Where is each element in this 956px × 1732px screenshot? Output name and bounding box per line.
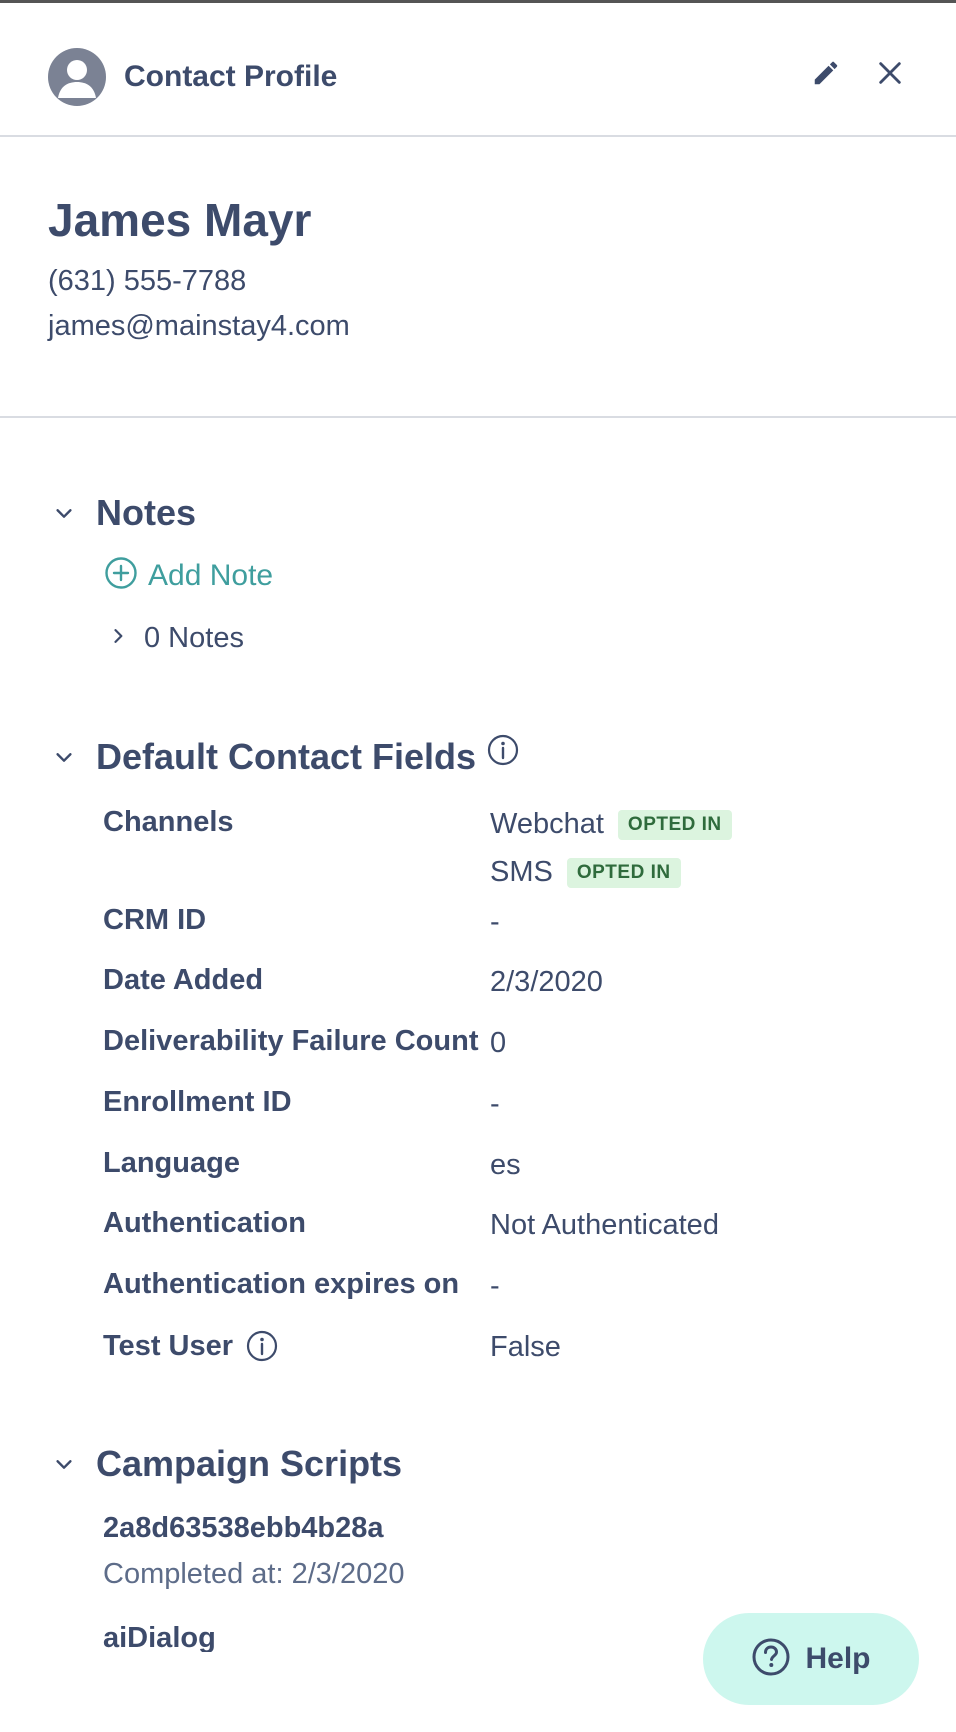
field-label-enrollment-id: Enrollment ID [103, 1086, 292, 1118]
field-value-crm-id: - [490, 906, 500, 938]
field-value-date-added: 2/3/2020 [490, 966, 603, 998]
default-fields-section-title: Default Contact Fields [96, 736, 477, 777]
close-button[interactable] [870, 55, 910, 95]
field-label-test-user-row: Test User [103, 1329, 279, 1363]
help-button[interactable]: Help [703, 1613, 919, 1705]
field-value-test-user: False [490, 1331, 561, 1363]
contact-identity: James Mayr (631) 555-7788 james@mainstay… [0, 137, 956, 418]
field-label-deliverability: Deliverability Failure Count [103, 1025, 479, 1057]
channel-name: SMS [490, 856, 553, 888]
chevron-down-icon [48, 741, 80, 773]
field-value-authentication: Not Authenticated [490, 1209, 719, 1241]
notes-section-title: Notes [96, 492, 197, 533]
add-note-label: Add Note [148, 558, 274, 592]
pencil-icon [811, 58, 841, 93]
field-value-language: es [490, 1149, 521, 1181]
chevron-down-icon [48, 497, 80, 529]
campaign-scripts-section-title: Campaign Scripts [96, 1443, 403, 1484]
close-icon [876, 59, 904, 92]
info-icon[interactable] [486, 733, 520, 767]
contact-name: James Mayr [48, 194, 312, 246]
field-label-test-user: Test User [103, 1329, 234, 1362]
campaign-script-id[interactable]: 2a8d63538ebb4b28a [103, 1512, 384, 1545]
default-fields-section-toggle[interactable]: Default Contact Fields [48, 733, 520, 778]
field-value-auth-expires: - [490, 1270, 500, 1302]
field-value-deliverability: 0 [490, 1027, 507, 1059]
campaign-script-completed: Completed at: 2/3/2020 [103, 1558, 405, 1590]
field-label-language: Language [103, 1147, 240, 1179]
field-label-crm-id: CRM ID [103, 904, 207, 936]
channel-sms: SMS OPTED IN [490, 856, 681, 889]
channel-webchat: Webchat OPTED IN [490, 808, 732, 841]
notes-count-label: 0 Notes [144, 622, 244, 654]
field-label-auth-expires: Authentication expires on [103, 1268, 460, 1300]
field-label-channels: Channels [103, 806, 234, 838]
status-badge: OPTED IN [617, 810, 732, 841]
chevron-down-icon [48, 1448, 80, 1480]
chevron-right-icon [108, 626, 128, 651]
campaign-script-id[interactable]: aiDialog [103, 1622, 216, 1652]
question-circle-icon [751, 1637, 791, 1682]
campaign-scripts-section-toggle[interactable]: Campaign Scripts [48, 1443, 402, 1485]
header-title: Contact Profile [124, 60, 338, 93]
help-label: Help [805, 1642, 871, 1675]
field-value-enrollment-id: - [490, 1088, 500, 1120]
field-label-date-added: Date Added [103, 964, 264, 996]
user-avatar-icon [48, 48, 106, 106]
contact-phone: (631) 555-7788 [48, 265, 247, 297]
contact-email: james@mainstay4.com [48, 310, 350, 342]
notes-count-toggle[interactable]: 0 Notes [108, 622, 244, 655]
info-icon[interactable] [245, 1329, 279, 1363]
channel-name: Webchat [490, 808, 604, 840]
plus-circle-icon [104, 556, 138, 595]
panel-header: Contact Profile [0, 3, 956, 137]
edit-button[interactable] [806, 55, 846, 95]
add-note-button[interactable]: Add Note [104, 556, 273, 595]
status-badge: OPTED IN [566, 858, 681, 889]
notes-section-toggle[interactable]: Notes [48, 492, 196, 534]
field-label-authentication: Authentication [103, 1207, 306, 1239]
